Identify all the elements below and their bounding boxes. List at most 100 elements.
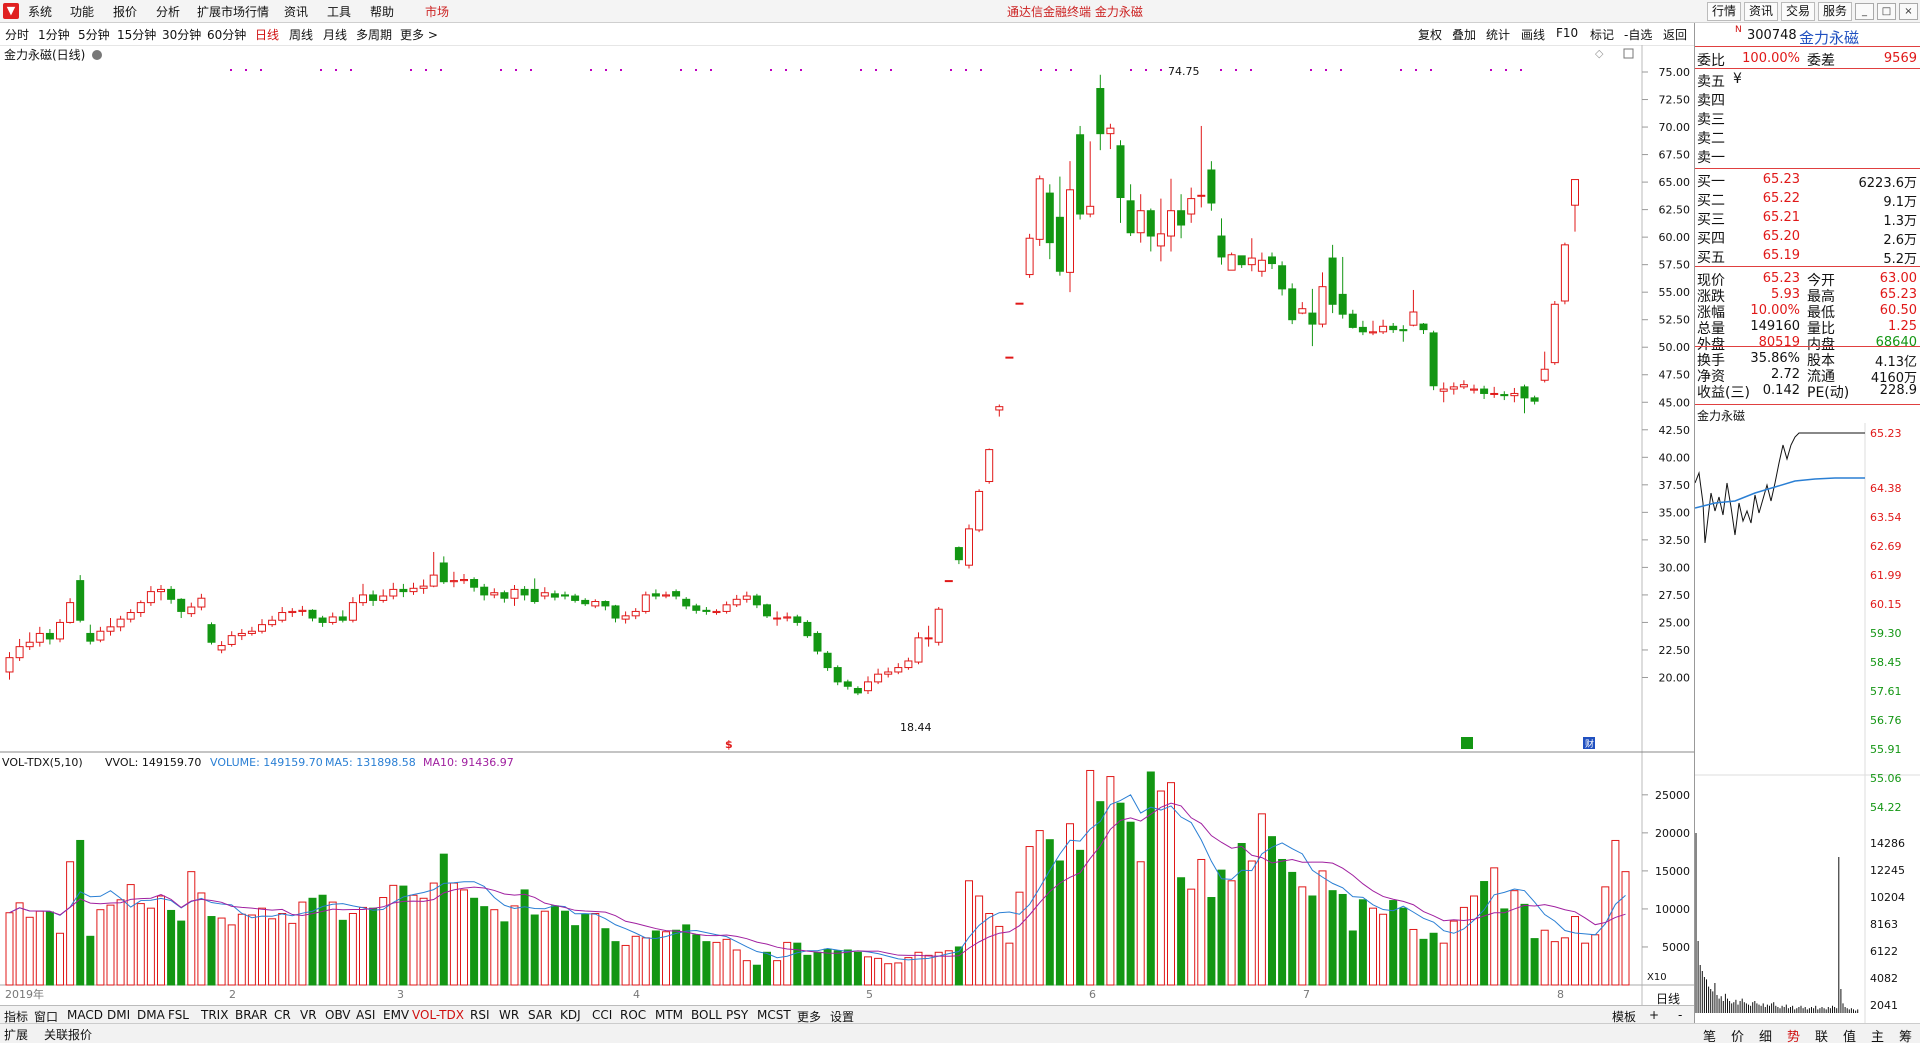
candle[interactable] [328,616,337,623]
volume-bar[interactable] [66,861,75,986]
stock-name[interactable]: 金力永磁 [1799,27,1859,48]
news-button[interactable]: 资讯 [1744,2,1779,21]
candle[interactable] [157,588,165,593]
side-bottom-tab[interactable]: 筹 [1899,1026,1912,1045]
volume-bar[interactable] [954,946,963,986]
volume-bar[interactable] [813,951,822,986]
volume-bar[interactable] [1540,929,1549,986]
indicator-tab[interactable]: MCST [757,1008,791,1022]
candle[interactable] [1369,331,1377,334]
candle[interactable] [1530,397,1539,402]
indicator-tab[interactable]: DMI [107,1008,130,1022]
volume-bar[interactable] [1035,830,1044,986]
volume-bar[interactable] [1399,907,1408,986]
period-multi[interactable]: 多周期 [356,26,392,43]
period-intraday[interactable]: 分时 [5,26,29,43]
indicator-tab[interactable]: VR [300,1008,317,1022]
candle[interactable] [116,618,125,628]
volume-bar[interactable] [348,912,357,986]
candle[interactable] [1419,323,1428,331]
volume-bar[interactable] [338,919,347,986]
candle[interactable] [823,652,832,669]
volume-bar[interactable] [843,949,852,986]
volume-bar[interactable] [621,944,630,986]
volume-bar[interactable] [1409,928,1418,986]
volume-bar[interactable] [1187,888,1196,986]
candle[interactable] [1055,216,1064,272]
candle[interactable] [1449,386,1458,390]
menu-quote[interactable]: 报价 [113,3,137,20]
volume-bar[interactable] [662,931,670,986]
candle[interactable] [1550,303,1559,364]
volume-bar[interactable] [389,884,398,986]
indicator-tab[interactable]: SAR [528,1008,552,1022]
volume-bar[interactable] [833,950,842,986]
period-1min[interactable]: 1分钟 [38,26,70,43]
candle[interactable] [197,597,206,608]
zoom-in-button[interactable]: + [1649,1008,1659,1022]
indicator-tab[interactable]: BRAR [235,1008,268,1022]
candle[interactable] [1096,88,1105,135]
volume-bar[interactable] [1510,890,1519,986]
candle[interactable] [611,605,620,619]
candle[interactable] [429,574,438,587]
volume-bar[interactable] [995,925,1004,986]
volume-bar[interactable] [1237,843,1246,986]
candle[interactable] [1318,286,1327,325]
candle[interactable] [651,593,660,597]
minimize-icon[interactable]: _ [1855,3,1874,20]
volume-bar[interactable] [752,964,761,986]
volume-bar[interactable] [631,935,640,986]
volume-bar[interactable] [1550,941,1559,986]
volume-bar[interactable] [550,905,559,986]
candle[interactable] [581,599,590,605]
candle[interactable] [389,588,398,597]
period-more[interactable]: 更多 > [400,26,438,43]
volume-bar[interactable] [86,935,95,986]
volume-bar[interactable] [1348,930,1357,986]
indicator-tab[interactable]: ASI [356,1008,375,1022]
volume-bar[interactable] [1621,871,1630,986]
candle[interactable] [359,594,367,604]
volume-bar[interactable] [1490,867,1499,986]
candle[interactable] [1399,329,1408,332]
volume-bar[interactable] [1358,899,1367,986]
volume-bar[interactable] [1449,920,1458,986]
candle[interactable] [1540,368,1549,381]
chart-area[interactable]: 金力永磁(日线) ◇ 74.75 18.44 $ 财 VOL-TDX(5,10)… [0,45,1694,1005]
volume-bar[interactable] [1197,858,1206,986]
volume-bar[interactable] [561,910,569,986]
volume-bar[interactable] [187,871,196,986]
candle[interactable] [449,580,458,583]
volume-bar[interactable] [56,932,64,986]
candle[interactable] [793,616,802,623]
volume-bar[interactable] [965,880,973,986]
menu-news[interactable]: 资讯 [284,3,308,20]
candle[interactable] [348,602,357,621]
volume-bar[interactable] [853,951,862,986]
volume-bar[interactable] [449,882,458,986]
indicator-tab[interactable]: FSL [168,1008,189,1022]
tool-stats[interactable]: 统计 [1486,26,1510,43]
candle[interactable] [1470,388,1478,391]
candle[interactable] [975,490,984,531]
side-bottom-tab[interactable]: 价 [1731,1026,1744,1045]
volume-bar[interactable] [96,909,105,986]
volume-bar[interactable] [1247,860,1256,986]
volume-bar[interactable] [197,892,206,986]
candle[interactable] [45,632,54,640]
status-related-quote[interactable]: 关联报价 [44,1026,92,1043]
volume-bar[interactable] [581,913,590,986]
volume-bar[interactable] [692,934,701,986]
volume-bar[interactable] [490,909,499,986]
candle[interactable] [904,660,913,669]
candle[interactable] [1076,134,1085,215]
volume-bar[interactable] [1136,861,1145,986]
candle[interactable] [146,591,155,604]
volume-bar[interactable] [207,916,216,986]
volume-bar[interactable] [1571,916,1579,986]
side-bottom-tab[interactable]: 联 [1815,1026,1828,1045]
volume-bar[interactable] [1318,870,1327,986]
indicator-tab[interactable]: PSY [726,1008,748,1022]
volume-bar[interactable] [1288,871,1297,986]
